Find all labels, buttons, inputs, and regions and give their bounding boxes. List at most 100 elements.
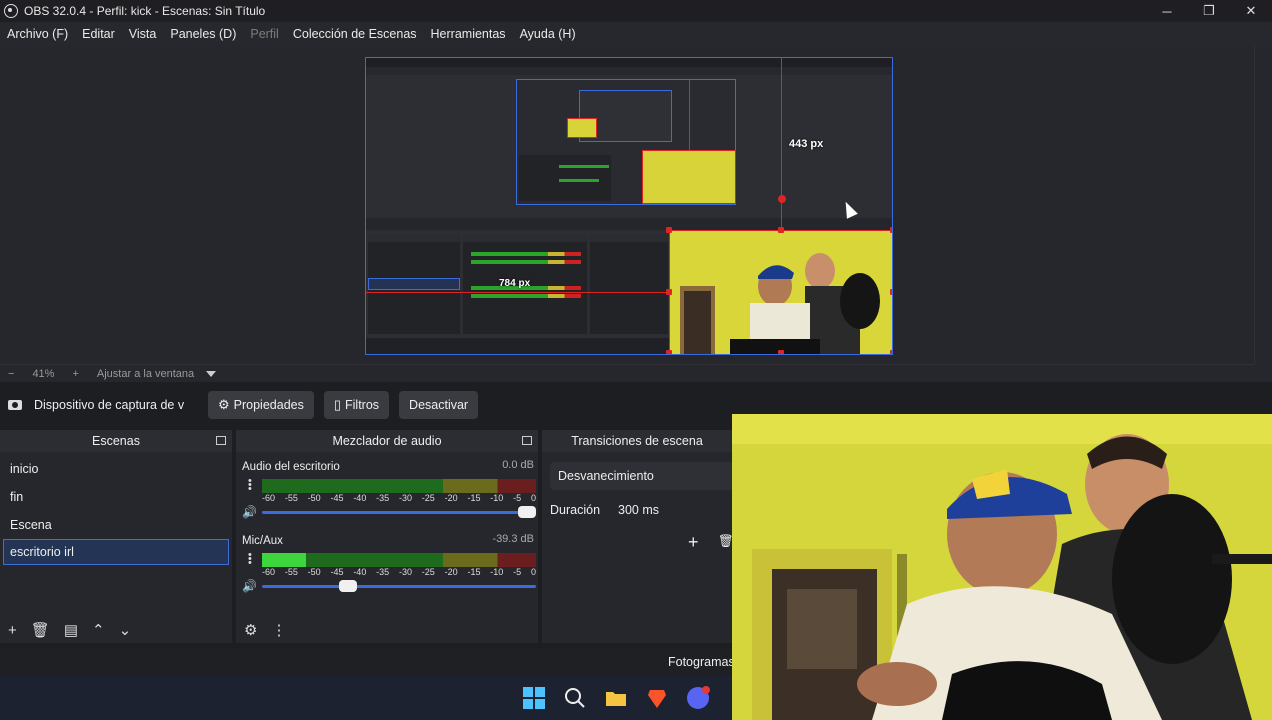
menu-vista[interactable]: Vista [129, 27, 157, 41]
selected-source: Dispositivo de captura de v [8, 398, 198, 412]
meter-tick: -50 [307, 567, 321, 577]
meter-tick: -40 [353, 567, 367, 577]
move-down-icon[interactable]: ⌄ [119, 621, 132, 639]
move-up-icon[interactable]: ⌃ [92, 621, 105, 639]
meter-tick: -25 [421, 493, 435, 503]
rotation-handle[interactable] [778, 195, 786, 203]
zoom-in-button[interactable]: + [72, 368, 78, 380]
gear-icon: ⚙ [218, 396, 230, 412]
meter-tick: -60 [262, 567, 276, 577]
meter-tick: -55 [284, 493, 298, 503]
obs-logo-icon [4, 4, 18, 18]
fps-label: Fotogramas [668, 655, 735, 669]
resize-handle-top-left[interactable] [666, 227, 672, 233]
scenes-dock-header: Escenas [0, 430, 232, 452]
meter-tick: -30 [398, 493, 412, 503]
camera-icon [8, 399, 22, 410]
properties-button[interactable]: ⚙ Propiedades [208, 390, 314, 419]
speaker-icon[interactable]: 🔊 [242, 505, 257, 519]
meter-tick: -60 [262, 493, 276, 503]
menu-editar[interactable]: Editar [82, 27, 115, 41]
menu-archivo[interactable]: Archivo (F) [7, 27, 68, 41]
window-title: OBS 32.0.4 - Perfil: kick - Escenas: Sin… [24, 4, 266, 18]
menu-perfil: Perfil [250, 27, 279, 41]
resize-handle-right[interactable] [890, 289, 892, 295]
menu-coleccion-escenas[interactable]: Colección de Escenas [293, 27, 417, 41]
menu-ayuda[interactable]: Ayuda (H) [520, 27, 576, 41]
vertical-distance-label: 443 px [789, 138, 824, 150]
horizontal-distance-label: 784 px [499, 278, 531, 289]
advanced-audio-icon[interactable]: ⚙ [244, 621, 257, 639]
speaker-icon[interactable]: 🔊 [242, 579, 257, 593]
add-scene-icon[interactable]: + [8, 622, 17, 639]
menu-herramientas[interactable]: Herramientas [431, 27, 506, 41]
duration-label: Duración [550, 503, 601, 517]
zoom-out-button[interactable]: − [8, 368, 14, 380]
vertical-guide-line [781, 58, 782, 229]
transitions-dock-header: Transiciones de escena [542, 430, 732, 452]
nested-preview [516, 79, 736, 205]
menu-paneles[interactable]: Paneles (D) [170, 27, 236, 41]
maximize-button[interactable]: ❐ [1188, 0, 1230, 22]
duration-value[interactable]: 300 ms [618, 503, 659, 517]
webcam-video-frame [732, 414, 1272, 720]
meter-tick: -50 [307, 493, 321, 503]
channel-menu-icon[interactable]: • • • [248, 550, 252, 569]
transition-select[interactable]: Desvanecimiento [550, 462, 740, 490]
meter-tick: -20 [444, 493, 458, 503]
filters-button[interactable]: ▯ Filtros [323, 390, 390, 419]
preview-canvas[interactable]: 443 px 784 px [365, 57, 893, 355]
discord-icon[interactable] [686, 686, 710, 710]
fader-knob[interactable] [338, 580, 357, 592]
channel-name: Mic/Aux [242, 535, 283, 547]
scene-list: inicio fin Escena escritorio irl [0, 455, 232, 565]
scene-item[interactable]: Escena [0, 511, 232, 539]
file-explorer-icon[interactable] [604, 686, 628, 710]
source-name: Dispositivo de captura de v [34, 397, 185, 412]
resize-handle-bottom-right[interactable] [890, 350, 892, 354]
zoom-bar-scroll [1254, 364, 1272, 382]
volume-meter [262, 553, 536, 567]
minimize-button[interactable]: ─ [1146, 0, 1188, 22]
search-icon[interactable] [563, 686, 587, 710]
scene-filters-icon[interactable]: ▤ [64, 621, 78, 639]
zoom-dropdown-icon[interactable] [206, 370, 217, 377]
undock-icon[interactable] [216, 436, 226, 445]
resize-handle-top-right[interactable] [890, 227, 892, 233]
trash-icon[interactable]: 🗑 [31, 621, 50, 639]
deactivate-button[interactable]: Desactivar [399, 390, 479, 419]
resize-handle-left[interactable] [666, 289, 672, 295]
mixer-dock-footer: ⚙ ⋮ [236, 617, 538, 643]
scene-item[interactable]: fin [0, 483, 232, 511]
volume-fader[interactable] [262, 506, 536, 518]
horizontal-guide-line [366, 292, 669, 293]
meter-tick: -35 [376, 493, 390, 503]
close-button[interactable]: ✕ [1230, 0, 1272, 22]
meter-tick: -35 [376, 567, 390, 577]
nested-mixer [519, 155, 611, 201]
preview-scrollbar[interactable] [1254, 46, 1272, 364]
resize-handle-bottom[interactable] [778, 350, 784, 354]
add-transition-icon[interactable]: + [688, 532, 699, 553]
meter-ticks: -60 -55 -50 -45 -40 -35 -30 -25 -20 -15 -10 -5 0 [262, 493, 536, 503]
meter-tick: 0 [530, 493, 536, 503]
channel-menu-icon[interactable]: • • • [248, 476, 252, 495]
meter-level [262, 553, 306, 567]
meter-tick: -25 [421, 567, 435, 577]
webcam-source-in-preview[interactable] [669, 230, 892, 354]
audio-mixer-dock: Mezclador de audio Audio del escritorio … [236, 430, 538, 643]
volume-fader[interactable] [262, 580, 536, 592]
scene-item[interactable]: inicio [0, 455, 232, 483]
brave-browser-icon[interactable] [645, 686, 669, 710]
fader-knob[interactable] [518, 506, 536, 518]
resize-handle-bottom-left[interactable] [666, 350, 672, 354]
meter-tick: -40 [353, 493, 367, 503]
scenes-dock-title: Escenas [92, 434, 140, 448]
nested-webcam-small [567, 118, 597, 138]
mixer-menu-icon[interactable]: ⋮ [271, 621, 286, 639]
fit-to-window-label[interactable]: Ajustar a la ventana [97, 368, 194, 380]
resize-handle-top[interactable] [778, 227, 784, 233]
scene-item-selected[interactable]: escritorio irl [3, 539, 229, 565]
windows-start-icon[interactable] [522, 686, 546, 710]
undock-icon[interactable] [522, 436, 532, 445]
